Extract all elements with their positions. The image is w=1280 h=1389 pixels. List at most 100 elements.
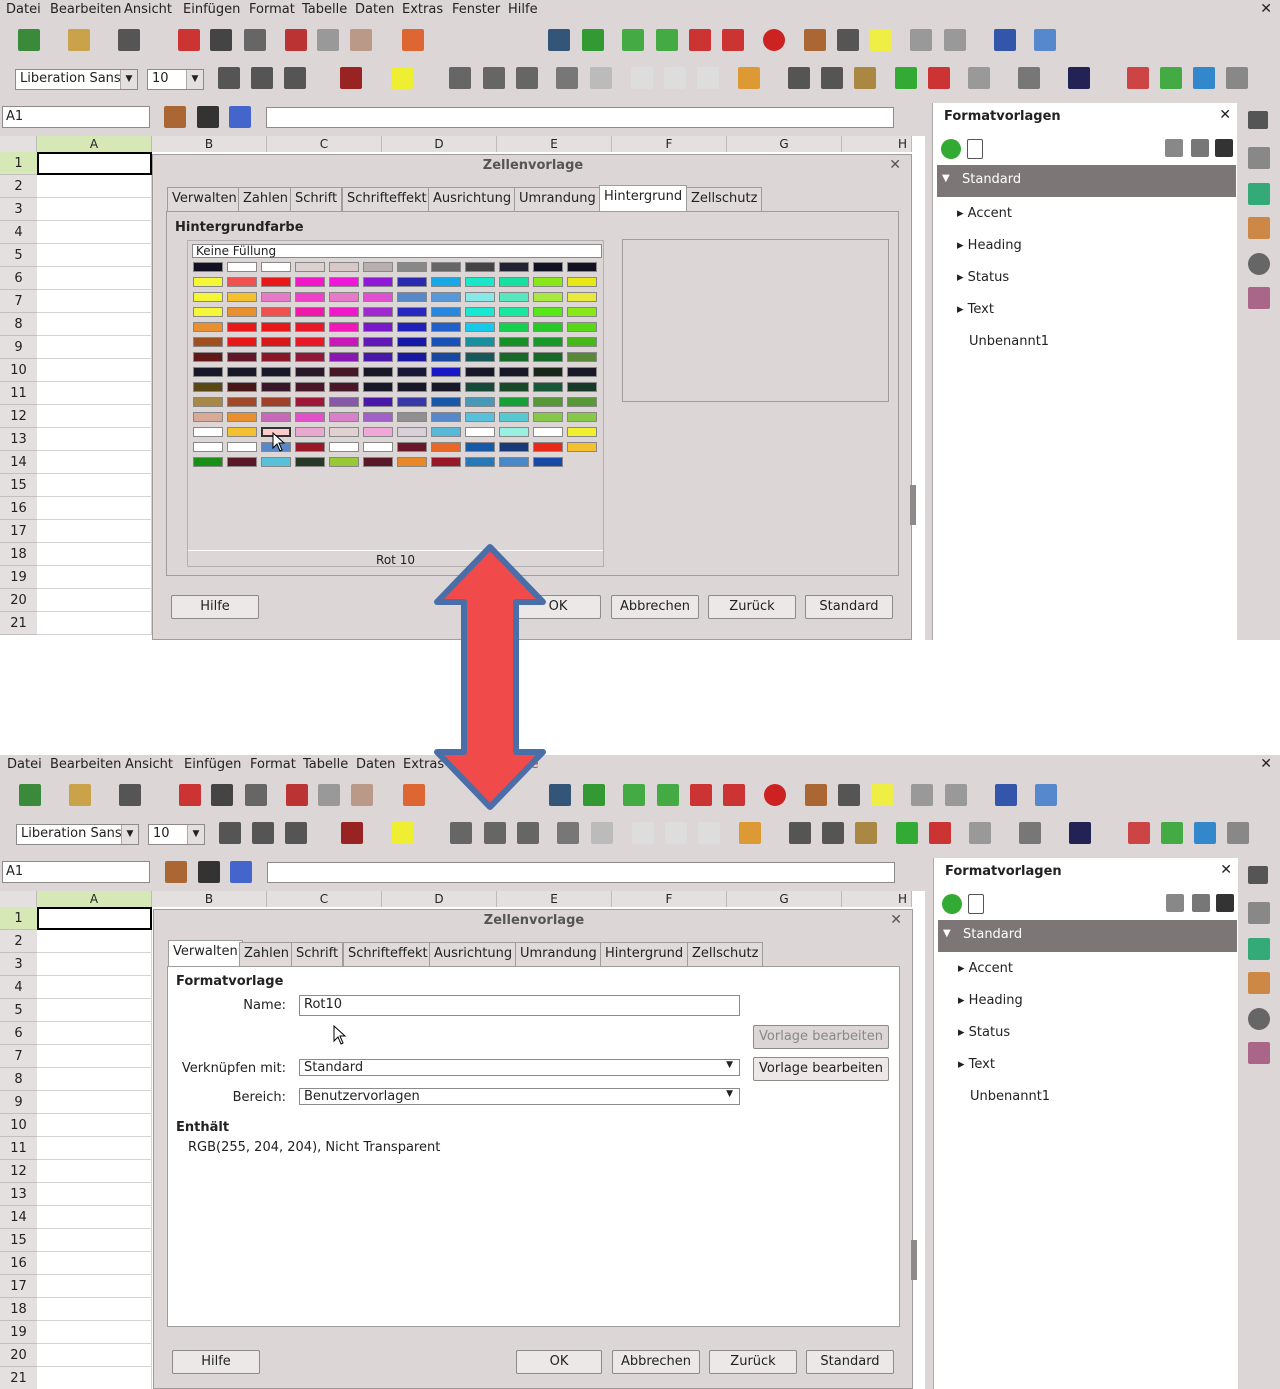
tab-ausrichtung[interactable]: Ausrichtung [429,942,518,966]
chevron-down-icon[interactable]: ▼ [187,825,204,844]
color-swatch[interactable] [431,442,461,452]
color-swatch[interactable] [193,412,223,422]
color-swatch[interactable] [261,307,291,317]
align-right-icon[interactable] [517,822,539,844]
style-unbenannt1[interactable]: Unbenannt1 [969,334,1049,349]
cell[interactable] [37,1137,152,1160]
comment-icon[interactable] [870,29,892,51]
color-swatch[interactable] [465,382,495,392]
menu-datei[interactable]: Datei [7,757,42,772]
color-swatch[interactable] [261,457,291,467]
color-swatch[interactable] [329,457,359,467]
color-swatch[interactable] [329,367,359,377]
color-swatch[interactable] [397,352,427,362]
sum-icon[interactable] [198,861,220,883]
chevron-down-icon[interactable]: ▼ [186,70,203,89]
color-swatch[interactable] [397,307,427,317]
cell[interactable] [37,152,152,175]
name-box[interactable]: A1 [2,106,150,128]
tab-hintergrund[interactable]: Hintergrund [600,942,689,966]
merge-cells-icon[interactable] [590,67,612,89]
color-swatch[interactable] [193,307,223,317]
cell[interactable] [37,612,152,635]
tab-schrifteffekt[interactable]: Schrifteffekt [343,942,433,966]
cell[interactable] [37,1160,152,1183]
tab-umrandung[interactable]: Umrandung [514,187,601,211]
update-style-icon[interactable] [1216,894,1234,912]
find-replace-icon[interactable] [549,784,571,806]
color-swatch[interactable] [499,412,529,422]
color-swatch[interactable] [567,292,597,302]
row-header[interactable]: 10 [0,359,37,382]
color-swatch[interactable] [227,337,257,347]
color-swatch[interactable] [261,322,291,332]
ok-button[interactable]: OK [516,1350,602,1374]
styles-icon[interactable] [1160,67,1182,89]
color-swatch[interactable] [261,262,291,272]
color-swatch[interactable] [261,277,291,287]
column-header[interactable]: G [727,136,842,152]
color-swatch[interactable] [295,262,325,272]
page-icon[interactable] [910,29,932,51]
save-icon[interactable] [118,29,140,51]
color-swatch[interactable] [329,277,359,287]
menu-icon[interactable] [1248,111,1268,129]
color-swatch[interactable] [397,277,427,287]
color-swatch[interactable] [499,307,529,317]
delete-decimal-icon[interactable] [929,822,951,844]
color-swatch[interactable] [295,307,325,317]
menu-icon[interactable] [1248,866,1268,884]
row-header[interactable]: 3 [0,953,37,976]
row-header[interactable]: 8 [0,313,37,336]
cell[interactable] [37,428,152,451]
wrap-text-icon[interactable] [557,822,579,844]
highlight-icon[interactable] [392,822,414,844]
align-bottom-icon[interactable] [698,822,720,844]
styles-icon[interactable] [1161,822,1183,844]
row-header[interactable]: 3 [0,198,37,221]
column-header[interactable]: B [152,136,267,152]
color-swatch[interactable] [227,427,257,437]
insert-column-icon[interactable] [656,29,678,51]
color-swatch[interactable] [567,382,597,392]
cell[interactable] [37,1229,152,1252]
color-swatch[interactable] [567,442,597,452]
color-swatch[interactable] [397,412,427,422]
menu-einfuegen[interactable]: Einfügen [184,757,241,772]
color-swatch[interactable] [363,457,393,467]
row-header[interactable]: 2 [0,175,37,198]
color-swatch[interactable] [499,397,529,407]
percent-icon[interactable] [789,822,811,844]
color-swatch[interactable] [227,397,257,407]
menu-bearbeiten[interactable]: Bearbeiten [50,757,121,772]
area-select[interactable]: Benutzervorlagen ▼ [299,1088,740,1105]
color-swatch[interactable] [193,337,223,347]
color-swatch[interactable] [567,277,597,287]
new-style-icon[interactable] [1191,139,1209,157]
insert-row-icon[interactable] [622,29,644,51]
align-bottom-icon[interactable] [697,67,719,89]
font-name-box[interactable]: Liberation Sans ▼ [16,824,139,845]
color-swatch[interactable] [227,457,257,467]
gallery-icon[interactable] [1248,972,1270,994]
close-icon[interactable]: ✕ [1220,862,1232,878]
cancel-button[interactable]: Abbrechen [611,595,699,619]
border-style-icon[interactable] [1019,822,1041,844]
color-swatch[interactable] [567,322,597,332]
no-fill-option[interactable]: Keine Füllung [192,244,602,258]
column-header[interactable]: A [37,891,152,907]
color-swatch[interactable] [227,367,257,377]
border-color-icon[interactable] [1068,67,1090,89]
cell[interactable] [37,953,152,976]
row-header[interactable]: 13 [0,1183,37,1206]
color-swatch[interactable] [431,262,461,272]
color-swatch[interactable] [431,427,461,437]
tab-schrift[interactable]: Schrift [290,187,343,211]
color-swatch[interactable] [363,397,393,407]
color-swatch[interactable] [329,307,359,317]
color-swatch[interactable] [295,412,325,422]
italic-icon[interactable] [252,822,274,844]
row-header[interactable]: 18 [0,1298,37,1321]
cell[interactable] [37,566,152,589]
menu-einfuegen[interactable]: Einfügen [183,2,240,17]
